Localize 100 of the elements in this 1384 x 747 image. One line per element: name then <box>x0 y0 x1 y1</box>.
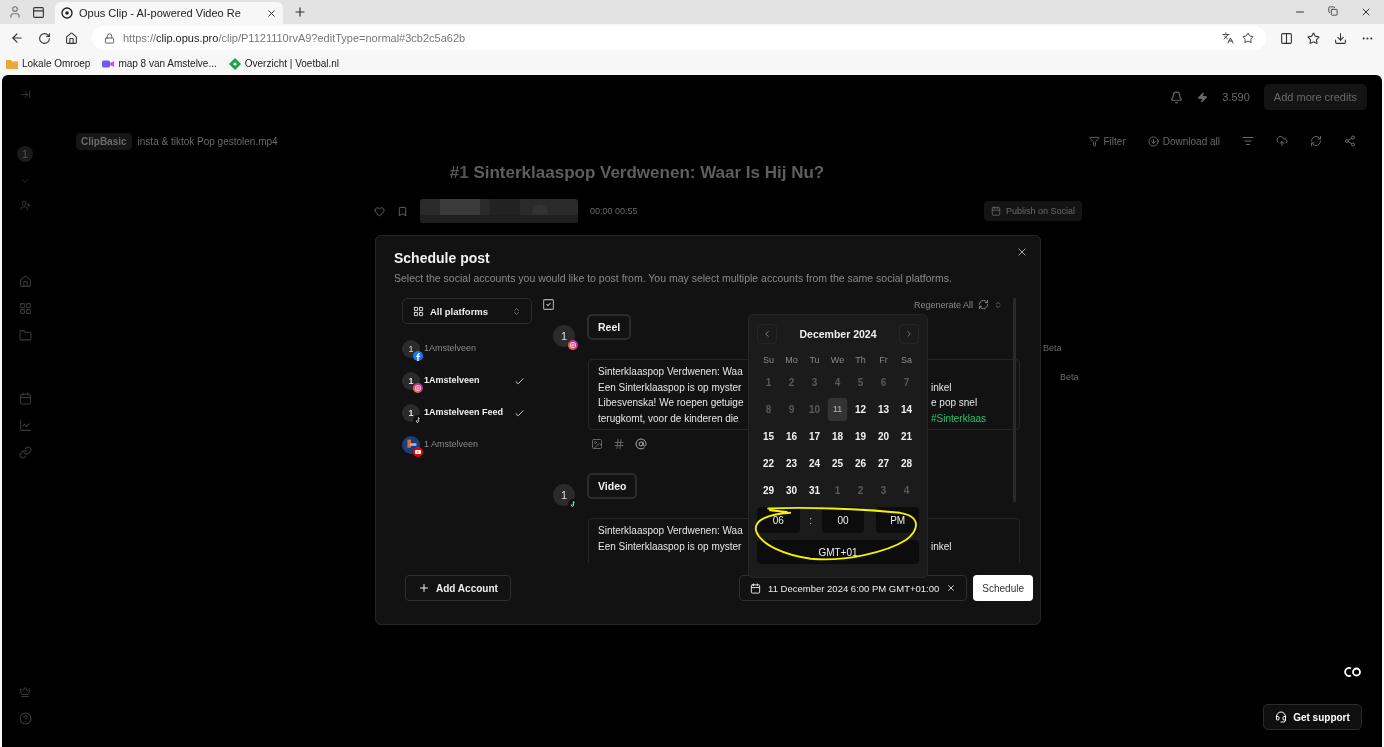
calendar-day[interactable]: 31 <box>803 477 826 504</box>
account-item[interactable]: 1 Amstelveen <box>402 432 532 458</box>
close-icon[interactable] <box>1360 6 1372 18</box>
calendar-day[interactable]: 25 <box>826 450 849 477</box>
bookmark-icon[interactable] <box>397 205 408 217</box>
caption-text: Sinterklaaspop Verdwenen: Waa <box>598 525 743 536</box>
calendar-day[interactable]: 16 <box>780 423 803 450</box>
schedule-button[interactable]: Schedule <box>973 575 1033 601</box>
calendar-day[interactable]: 22 <box>757 450 780 477</box>
account-item[interactable]: 1 1Amstelveen <box>402 368 532 394</box>
lock-icon <box>104 32 115 44</box>
calendar-day[interactable]: 29 <box>757 477 780 504</box>
check-icon <box>514 407 525 419</box>
translate-icon[interactable] <box>1222 32 1234 44</box>
address-bar[interactable]: https://clip.opus.pro/clip/P1121110rvA9?editType=normal#3cb2c5a62b <box>92 26 1266 50</box>
share-icon[interactable] <box>1344 135 1356 147</box>
notification-bell-icon[interactable] <box>1170 90 1184 104</box>
refresh-icon[interactable] <box>1310 135 1322 147</box>
calendar-day[interactable]: 27 <box>872 450 895 477</box>
dialog-subtitle: Select the social accounts you would like to post from. You may select multiple accounts from the same social platforms. <box>394 272 953 284</box>
calendar-icon[interactable] <box>18 392 32 405</box>
calendar-day[interactable]: 23 <box>780 450 803 477</box>
add-credits-button[interactable]: Add more credits <box>1263 84 1367 110</box>
calendar-day[interactable]: 21 <box>895 423 918 450</box>
calendar-day[interactable]: 12 <box>849 396 872 423</box>
caption-text: inkel <box>931 381 952 395</box>
diamond-icon <box>228 57 241 70</box>
downloads-icon[interactable] <box>1334 31 1347 45</box>
new-tab-icon[interactable] <box>293 5 307 19</box>
avatar: 1 <box>553 325 575 347</box>
platform-select[interactable]: All platforms <box>402 298 532 324</box>
regenerate-all-button[interactable]: Regenerate All <box>907 298 1008 311</box>
check-icon <box>514 375 525 387</box>
favorite-star-icon[interactable] <box>1242 32 1254 44</box>
image-icon[interactable] <box>591 438 603 450</box>
weekday-label: Mo <box>784 354 799 367</box>
calendar-day[interactable]: 30 <box>780 477 803 504</box>
clear-icon[interactable] <box>946 583 957 593</box>
hashtag-icon[interactable] <box>613 438 625 450</box>
restore-icon[interactable] <box>1328 6 1338 16</box>
period-field[interactable]: PM <box>876 507 919 533</box>
tab-actions-icon[interactable] <box>32 5 45 19</box>
calendar-day[interactable]: 20 <box>872 423 895 450</box>
account-item[interactable]: 1 1Amstelveen Feed <box>402 400 532 426</box>
weekday-label: We <box>829 354 846 367</box>
crown-icon[interactable] <box>19 686 31 698</box>
chart-icon[interactable] <box>18 419 32 432</box>
minute-field[interactable]: 00 <box>821 507 865 533</box>
calendar-day[interactable]: 13 <box>872 396 895 423</box>
instagram-badge-icon <box>413 383 423 393</box>
favorites-icon[interactable] <box>1307 31 1320 45</box>
calendar-day[interactable]: 15 <box>757 423 780 450</box>
tiktok-badge-icon <box>413 415 423 425</box>
calendar-day[interactable]: 26 <box>849 450 872 477</box>
grid-icon[interactable] <box>18 302 32 315</box>
co-logo-icon[interactable] <box>1343 666 1363 678</box>
credits-count: 3.590 <box>1222 91 1250 103</box>
filter-button[interactable]: Filter <box>1088 135 1126 147</box>
filter-icon <box>1088 135 1100 147</box>
folder-icon <box>6 57 18 70</box>
timezone-field[interactable]: GMT+01 <box>757 540 919 564</box>
mention-icon[interactable] <box>635 438 647 450</box>
bookmark-link[interactable]: Overzicht | Voetbal.nl <box>228 57 340 70</box>
close-tab-icon[interactable] <box>266 7 277 19</box>
weekday-label: Th <box>854 354 867 367</box>
profile-icon[interactable] <box>8 5 22 19</box>
close-icon <box>1016 246 1028 258</box>
file-name: insta & tiktok Pop gestolen.mp4 <box>137 135 278 147</box>
youtube-badge-icon <box>413 447 423 457</box>
download-all-button[interactable]: Download all <box>1147 135 1220 147</box>
upload-icon[interactable] <box>1276 135 1288 147</box>
publish-button[interactable]: Publish on Social <box>983 201 1082 221</box>
add-account-button[interactable]: Add Account <box>405 575 511 601</box>
caption-text: Libesvenska! We roepen getuige <box>598 397 744 408</box>
post-type-tag[interactable]: Reel <box>587 314 632 340</box>
select-all-checkbox-icon[interactable] <box>542 298 555 311</box>
caption-text: terugkomt, voor de kinderen die <box>598 412 739 424</box>
calendar-day[interactable]: 24 <box>803 450 826 477</box>
get-support-button[interactable]: Get support <box>1263 704 1362 730</box>
calendar-day[interactable]: 14 <box>895 396 918 423</box>
heart-icon[interactable] <box>374 205 385 217</box>
calendar-day[interactable]: 17 <box>803 423 826 450</box>
calendar-day[interactable]: 28 <box>895 450 918 477</box>
bookmark-link[interactable]: Lokale Omroep <box>6 57 91 70</box>
reload-icon[interactable] <box>38 31 51 45</box>
calendar-day[interactable]: 11 <box>827 398 848 421</box>
split-screen-icon[interactable] <box>1280 31 1293 45</box>
calendar-day[interactable]: 18 <box>826 423 849 450</box>
back-icon[interactable] <box>10 31 24 45</box>
post-type-tag[interactable]: Video <box>587 473 638 499</box>
browser-tab[interactable]: Opus Clip - AI-powered Video Re <box>55 2 283 24</box>
bookmark-link[interactable]: map 8 van Amstelve... <box>102 57 217 70</box>
home-icon[interactable] <box>65 31 78 45</box>
sort-icon[interactable] <box>1242 135 1254 147</box>
video-time: 00:00 00:55 <box>590 206 638 216</box>
caption-text: Een Sinterklaaspop is op myster <box>598 381 742 393</box>
account-item[interactable]: 1 1Amstelveen <box>402 336 532 362</box>
refresh-icon <box>978 299 989 310</box>
calendar-day[interactable]: 19 <box>849 423 872 450</box>
caption-text: Een Sinterklaaspop is op myster <box>598 540 742 552</box>
